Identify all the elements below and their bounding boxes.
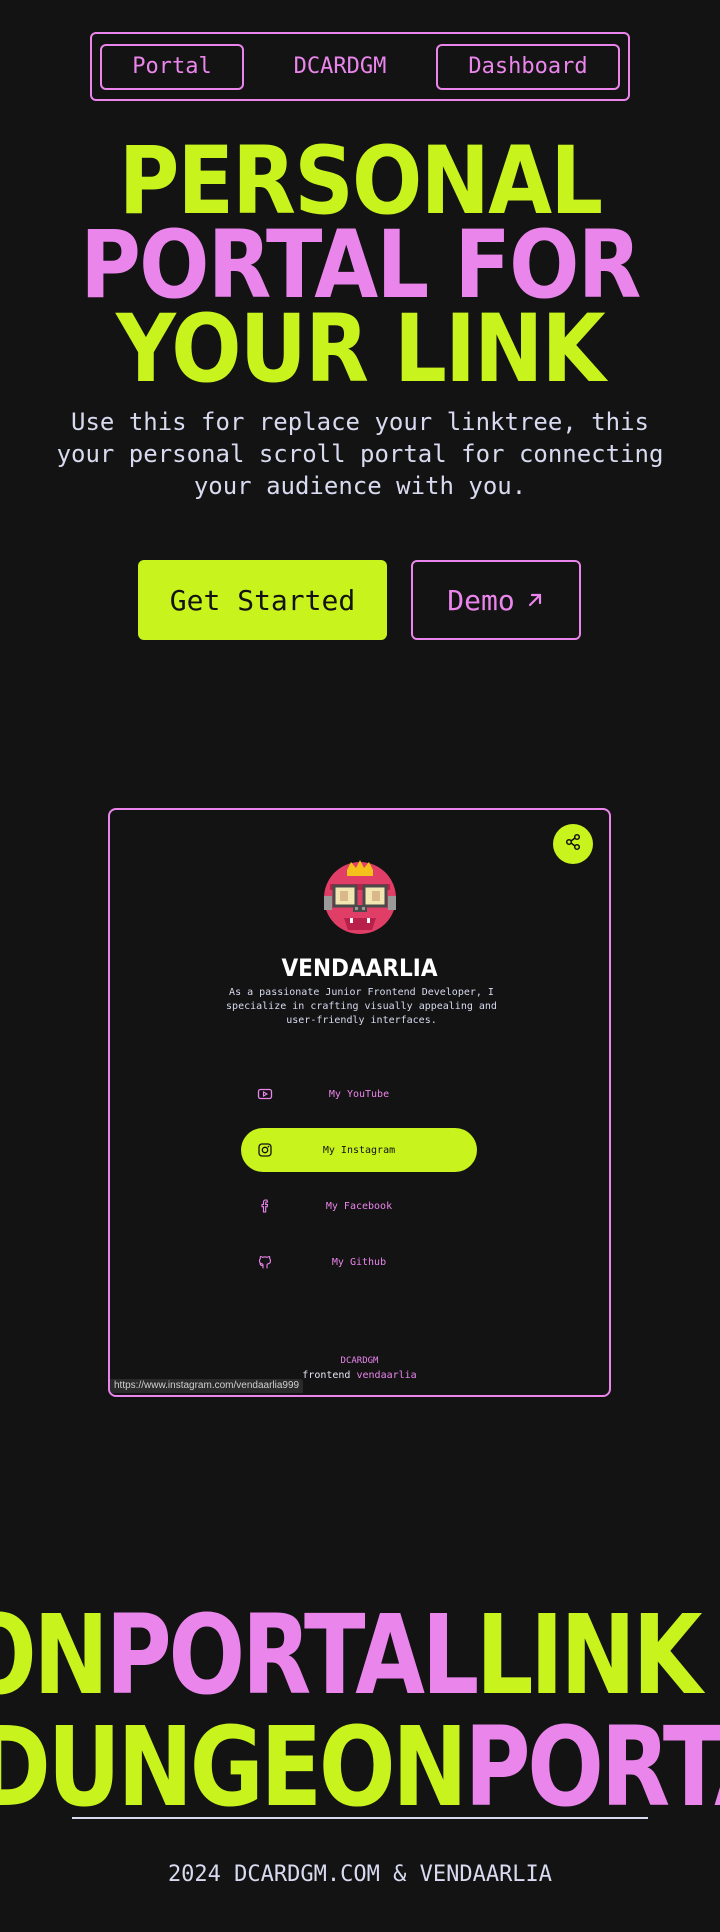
browser-status-url: https://www.instagram.com/vendaarlia999 <box>110 1379 304 1393</box>
nav-brand[interactable]: DCARDGM <box>294 54 387 79</box>
marquee-word: DUNGEON <box>0 1712 468 1822</box>
hero-title: PERSONAL PORTAL FOR YOUR LINK <box>43 135 677 404</box>
marquee-word: PORTAL <box>464 1712 720 1822</box>
link-youtube[interactable]: My YouTube <box>241 1072 477 1116</box>
marquee-row-2: DUNGEONPORTAL <box>0 1712 720 1822</box>
demo-button[interactable]: Demo <box>411 560 581 640</box>
link-facebook-label: My Facebook <box>325 1200 393 1212</box>
share-button[interactable] <box>553 824 593 864</box>
pixel-monster-avatar <box>320 856 400 936</box>
marquee-word: ON <box>0 1600 109 1710</box>
instagram-icon <box>255 1140 275 1160</box>
hero-subtitle: Use this for replace your linktree, this… <box>56 408 664 500</box>
hero-title-line-3: YOUR LINK <box>116 295 606 404</box>
footer-copyright: 2024 DCARDGM.COM & VENDAARLIA <box>167 1862 553 1887</box>
dashboard-nav-button[interactable]: Dashboard <box>436 43 620 90</box>
link-youtube-label: My YouTube <box>328 1088 390 1100</box>
link-github-label: My Github <box>331 1256 387 1268</box>
profile-name: VENDAARLIA <box>281 954 438 982</box>
preview-brand: DCARDGM <box>340 1356 379 1366</box>
link-instagram-label: My Instagram <box>322 1144 396 1156</box>
youtube-icon <box>255 1084 275 1104</box>
facebook-icon <box>255 1196 275 1216</box>
credit-name-link[interactable]: vendaarlia <box>356 1370 416 1381</box>
profile-bio: As a passionate Junior Frontend Develope… <box>226 987 497 1026</box>
footer-divider <box>72 1817 648 1819</box>
link-instagram[interactable]: My Instagram <box>241 1128 477 1172</box>
share-icon <box>564 833 582 855</box>
demo-button-label: Demo <box>447 583 515 617</box>
link-github[interactable]: My Github <box>241 1240 477 1284</box>
github-icon <box>255 1252 275 1272</box>
top-nav: Portal DCARDGM Dashboard <box>90 32 630 101</box>
credit-prefix: frontend <box>302 1370 351 1381</box>
get-started-button[interactable]: Get Started <box>138 560 387 640</box>
marquee-row-1: ONPORTALLINK <box>0 1600 720 1710</box>
link-facebook[interactable]: My Facebook <box>241 1184 477 1228</box>
portal-preview-card: VENDAARLIA As a passionate Junior Fronte… <box>108 808 611 1397</box>
portal-nav-button[interactable]: Portal <box>100 43 244 90</box>
arrow-up-right-icon <box>525 584 545 617</box>
marquee-word: PORTAL <box>105 1600 480 1710</box>
marquee-word: LINK <box>475 1600 703 1710</box>
